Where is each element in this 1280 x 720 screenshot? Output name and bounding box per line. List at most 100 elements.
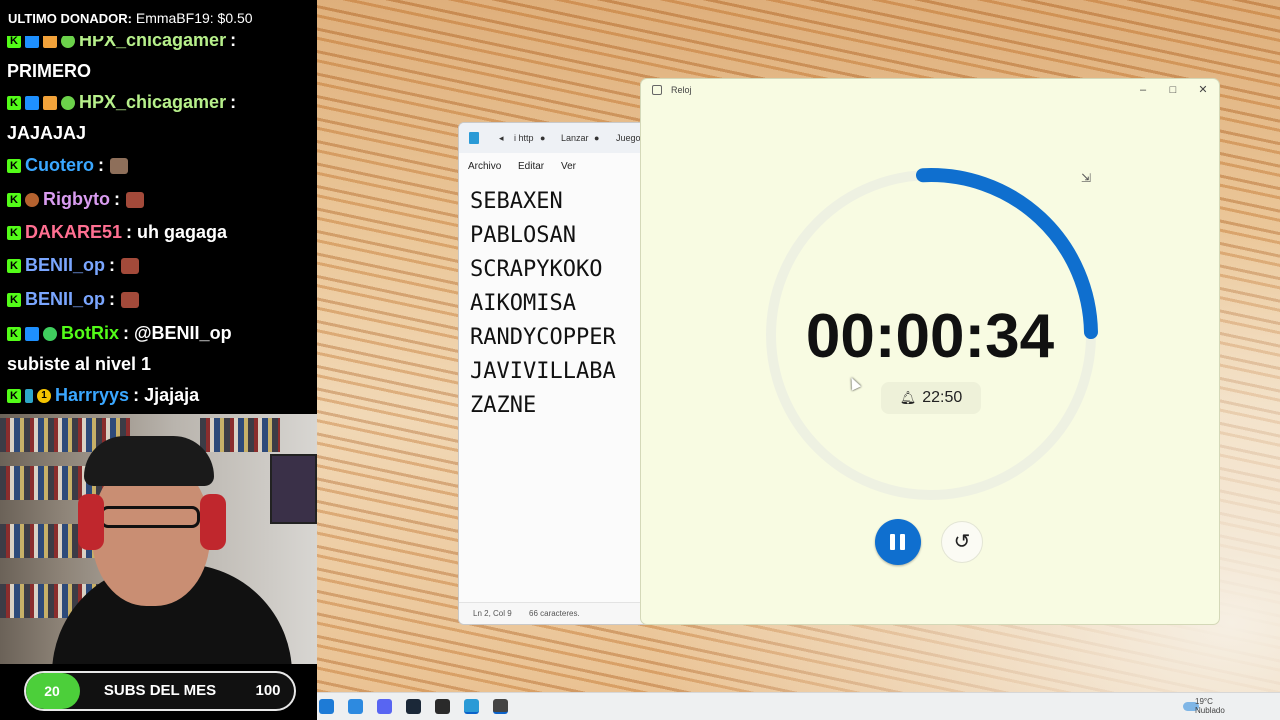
notepad-text-area[interactable]: SEBAXEN PABLOSAN SCRAPYKOKO AIKOMISA RAN…	[470, 185, 616, 423]
chat-text: @BENII_op	[129, 323, 232, 343]
chat-message-line: K Cuotero:	[7, 149, 312, 182]
bottle-badge-icon	[25, 388, 33, 403]
chat-message: K DAKARE51: uh gagaga	[7, 216, 312, 249]
chat-username[interactable]: HPX_chicagamer	[79, 86, 226, 119]
chat-username[interactable]: BENII_op	[25, 283, 105, 316]
pause-icon	[900, 534, 905, 550]
chat-message: K 1 Harrryys: Jjajaja	[7, 379, 312, 412]
one-badge-icon: 1	[37, 388, 51, 403]
emote-icon	[121, 257, 140, 274]
menu-ver[interactable]: Ver	[561, 153, 576, 181]
tab-scroll-left-icon[interactable]: ◂	[499, 123, 504, 153]
webcam-feed	[0, 414, 317, 664]
chat-message-line: K BENII_op:	[7, 249, 312, 282]
chat-separator: :	[114, 189, 120, 209]
subs-current: 20	[44, 683, 60, 699]
menu-editar[interactable]: Editar	[518, 153, 544, 181]
notepad-app-icon	[469, 132, 479, 144]
chat-message: K BENII_op:	[7, 283, 312, 316]
chat-username[interactable]: HPX_chicagamer	[79, 36, 226, 57]
taskbar: 19°C Nublado	[317, 692, 1280, 720]
desktop: ◂ i http ● Lanzar ● Juego Archivo Editar…	[317, 0, 1280, 692]
chat-text: Jjajaja	[139, 385, 200, 405]
weather-desc: Nublado	[1195, 706, 1225, 715]
subs-goal: 100	[255, 682, 281, 699]
box-badge-icon	[43, 36, 57, 48]
chat-message-line: K BotRix: @BENII_op	[7, 317, 312, 350]
tab-modified-dot-icon: ●	[594, 133, 600, 143]
obs-icon[interactable]	[435, 699, 450, 714]
chat-username[interactable]: BENII_op	[25, 249, 105, 282]
chat-username[interactable]: Rigbyto	[43, 183, 110, 216]
clock-app-icon	[652, 85, 662, 95]
headphone-right	[200, 494, 226, 550]
chat-username[interactable]: Cuotero	[25, 149, 94, 182]
chat-feed: K HPX_chicagamer: PRIMERO K HPX_chicagamer: J…	[0, 36, 317, 414]
weather-temp: 19°C	[1195, 697, 1213, 706]
menu-archivo[interactable]: Archivo	[468, 153, 501, 181]
apple-badge-icon	[25, 192, 39, 207]
clock-icon[interactable]	[493, 699, 508, 714]
start-icon[interactable]	[319, 699, 334, 714]
notepad-status-bar: Ln 2, Col 9 66 caracteres.	[459, 602, 647, 624]
notepad-menu-bar: Archivo Editar Ver	[459, 153, 647, 181]
chat-message: K BENII_op:	[7, 249, 312, 282]
minimize-button[interactable]: –	[1128, 79, 1158, 101]
chat-text-continued: subiste al nivel 1	[7, 354, 152, 374]
discord-icon[interactable]	[377, 699, 392, 714]
notepad-window[interactable]: ◂ i http ● Lanzar ● Juego Archivo Editar…	[458, 122, 648, 625]
clock-window[interactable]: Reloj – □ ✕ ⇲ 00:00:34 🔔︎ 22:50 ↺	[640, 78, 1220, 625]
pause-icon	[890, 534, 895, 550]
maximize-button[interactable]: □	[1158, 79, 1188, 101]
check-badge-icon	[43, 326, 57, 341]
box-badge-icon	[43, 95, 57, 110]
k-badge-icon: K	[7, 292, 21, 307]
mod-badge-icon	[25, 36, 39, 48]
steam-icon[interactable]	[406, 699, 421, 714]
compact-overlay-icon[interactable]: ⇲	[1081, 171, 1091, 185]
chat-separator: :	[230, 36, 237, 50]
notepad-icon[interactable]	[464, 699, 479, 714]
gem-badge-icon	[61, 36, 75, 48]
alarm-end-time: 🔔︎ 22:50	[881, 382, 981, 414]
notepad-tab-bar: ◂ i http ● Lanzar ● Juego	[459, 123, 647, 153]
reset-icon: ↺	[953, 531, 971, 553]
chat-message-line: K Rigbyto:	[7, 183, 312, 216]
mail-icon[interactable]	[348, 699, 363, 714]
chat-separator: :	[109, 255, 116, 275]
reset-button[interactable]: ↺	[941, 521, 983, 563]
tab-modified-dot-icon: ●	[540, 133, 546, 143]
streamer-cap	[84, 436, 214, 486]
tab-lanzar[interactable]: Lanzar	[561, 123, 589, 153]
chat-username[interactable]: DAKARE51	[25, 216, 122, 249]
chat-message-line: K DAKARE51: uh gagaga	[7, 216, 312, 249]
k-badge-icon: K	[7, 192, 21, 207]
weather-widget[interactable]: 19°C Nublado	[1195, 697, 1225, 715]
k-badge-icon: K	[7, 388, 21, 403]
timer-display: 00:00:34	[805, 302, 1055, 371]
tab-juego[interactable]: Juego	[616, 123, 641, 153]
chat-text-continued: JAJAJAJ	[7, 123, 87, 143]
background-monitor	[270, 454, 317, 524]
subs-title: SUBS DEL MES	[103, 682, 217, 699]
k-badge-icon: K	[7, 258, 21, 273]
streamer-glasses	[100, 506, 200, 528]
close-button[interactable]: ✕	[1188, 79, 1218, 101]
subs-goal-bar: 20 SUBS DEL MES 100	[0, 664, 317, 720]
k-badge-icon: K	[7, 326, 21, 341]
chat-message-line: K BENII_op:	[7, 283, 312, 316]
emote-icon	[121, 291, 140, 308]
status-cursor-position: Ln 2, Col 9	[473, 609, 512, 618]
last-donor-bar: ULTIMO DONADOR: EmmaBF19: $0.50	[0, 0, 317, 36]
last-donor-label: ULTIMO DONADOR:	[8, 11, 132, 26]
chat-username[interactable]: Harrryys	[55, 379, 129, 412]
alarm-time: 22:50	[922, 389, 963, 406]
k-badge-icon: K	[7, 158, 21, 173]
chat-message: K Cuotero:	[7, 149, 312, 182]
chat-username[interactable]: BotRix	[61, 317, 119, 350]
chat-message: K BotRix: @BENII_op subiste al nivel 1	[7, 317, 312, 379]
tab-http[interactable]: i http	[514, 123, 534, 153]
pause-button[interactable]	[875, 519, 921, 565]
emote-icon	[110, 157, 128, 174]
emote-icon	[126, 191, 144, 208]
